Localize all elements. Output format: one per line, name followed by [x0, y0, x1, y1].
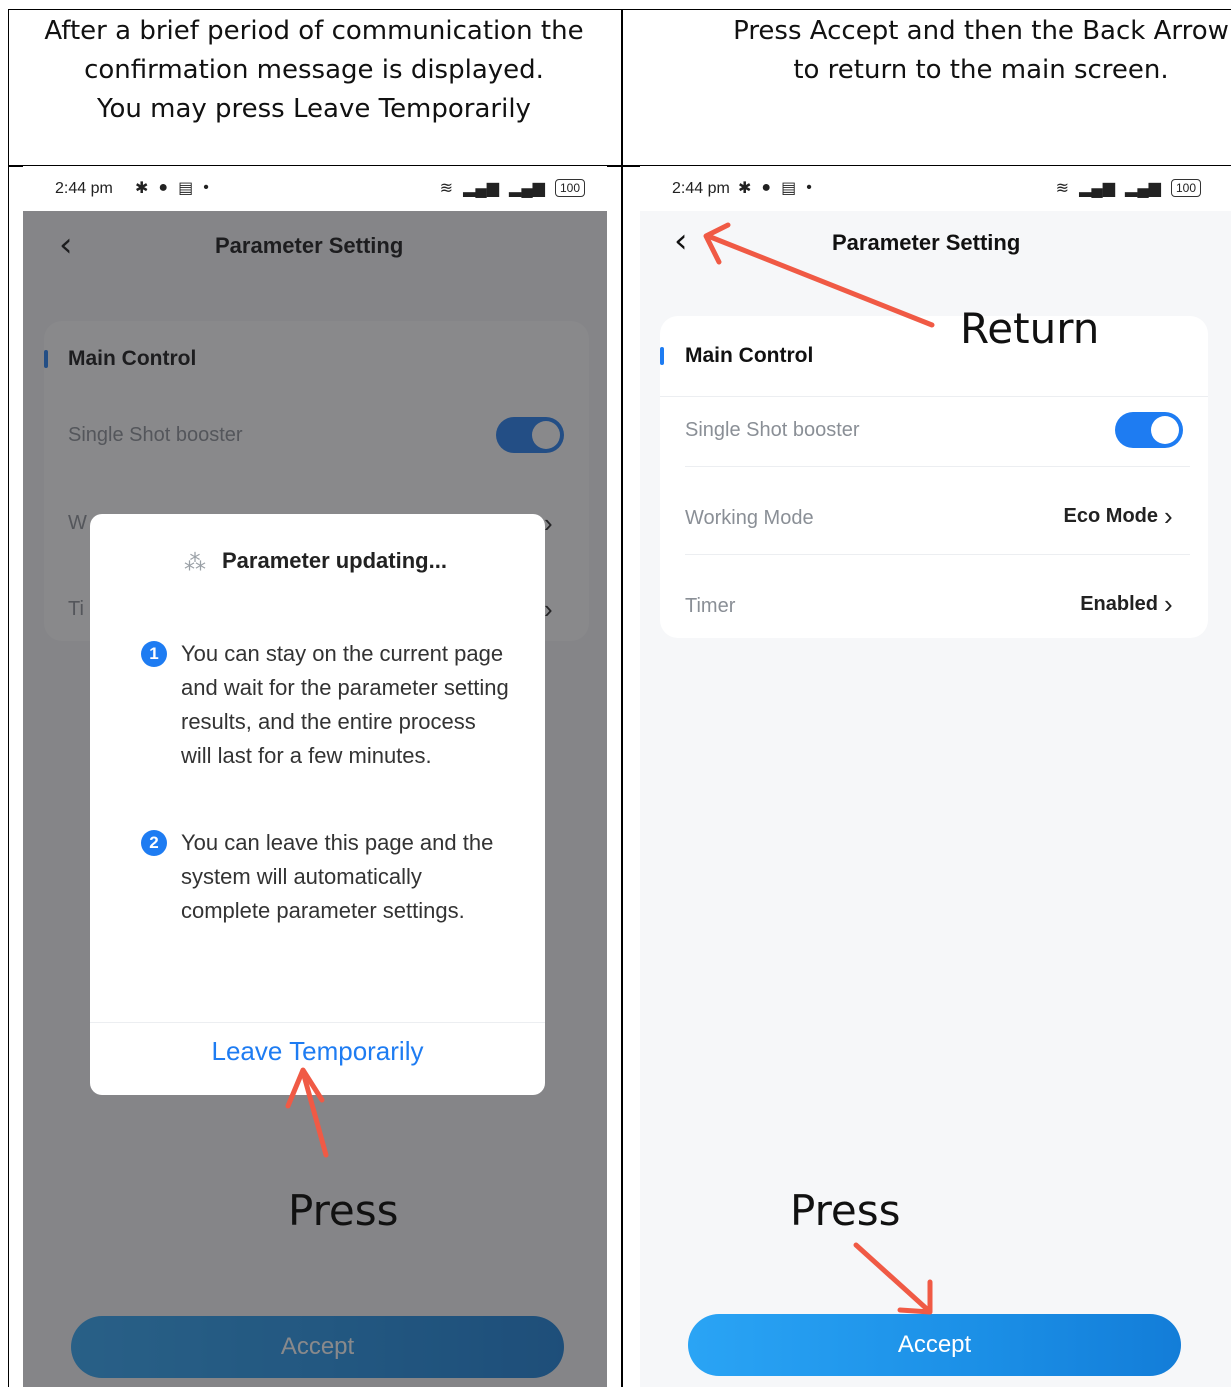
main-control-card: Main Control Single Shot booster Working… [660, 316, 1208, 638]
bluetooth-icon: ✱ [135, 180, 149, 197]
status-right-icons: ≋ ▂▄▆ ▂▄▆ 100 [440, 178, 585, 198]
annotation-press-left: Press [288, 1186, 399, 1235]
battery-icon: 100 [554, 179, 585, 197]
parameter-updating-dialog: ⁂ Parameter updating... 1 You can stay o… [90, 514, 545, 1095]
phone-screenshot-right: 2:44 pm ✱ ● ▤ • ≋ ▂▄▆ ▂▄▆ 100 ‹ Paramete… [640, 166, 1231, 1387]
timer-value[interactable]: Enabled [1040, 593, 1158, 616]
battery-icon: 100 [1170, 179, 1201, 197]
status-bar: 2:44 pm ✱ ● ▤ • ≋ ▂▄▆ ▂▄▆ 100 [23, 166, 607, 211]
row-label-timer[interactable]: Timer [685, 595, 735, 618]
instruction-line: After a brief period of communication th… [44, 16, 584, 46]
row-label-single-shot: Single Shot booster [685, 419, 860, 441]
instruction-line: You may press Leave Temporarily [97, 94, 531, 124]
back-arrow-icon[interactable]: ‹ [674, 224, 688, 258]
row-divider [660, 396, 1208, 397]
status-left-icons: ✱ ● ▤ • [135, 178, 209, 198]
status-time: 2:44 pm [672, 180, 730, 197]
bluetooth-icon: ✱ [738, 180, 752, 197]
status-left-icons: ✱ ● ▤ • [738, 178, 812, 198]
instruction-line: to return to the main screen. [793, 55, 1169, 85]
step-two-badge: 2 [141, 830, 167, 856]
notification-icon: ▤ [781, 180, 797, 197]
dialog-item-text: You can leave this page and the system w… [181, 830, 494, 923]
chat-icon: ● [158, 179, 169, 196]
step-one-badge: 1 [141, 641, 167, 667]
row-divider [685, 466, 1190, 467]
phone-screenshot-left: 2:44 pm ✱ ● ▤ • ≋ ▂▄▆ ▂▄▆ 100 ‹ Paramete… [23, 166, 607, 1387]
chevron-right-icon: › [1164, 501, 1173, 531]
status-bar: 2:44 pm ✱ ● ▤ • ≋ ▂▄▆ ▂▄▆ 100 [640, 166, 1231, 211]
chat-icon: ● [761, 179, 772, 196]
annotation-press-right: Press [790, 1186, 901, 1235]
instruction-line: Press Accept and then the Back Arrow [733, 16, 1229, 46]
accept-button[interactable]: Accept [688, 1314, 1181, 1376]
spinner-icon: ⁂ [184, 550, 206, 575]
annotation-return: Return [960, 304, 1100, 353]
row-label-working-mode[interactable]: Working Mode [685, 507, 814, 530]
signal-icon: ▂▄▆ [509, 180, 545, 197]
dialog-divider [90, 1022, 545, 1023]
section-accent-bar [660, 347, 664, 365]
section-title: Main Control [685, 344, 814, 367]
notification-icon: ▤ [178, 180, 194, 197]
chevron-right-icon: › [1164, 589, 1173, 619]
working-mode-value[interactable]: Eco Mode [1040, 505, 1158, 528]
dialog-item-text: You can stay on the current page and wai… [181, 641, 509, 768]
instruction-right: Press Accept and then the Back Arrow to … [626, 12, 1231, 90]
signal-icon: ▂▄▆ [1079, 180, 1116, 197]
wifi-icon: ≋ [439, 180, 454, 197]
dot-icon: • [203, 179, 209, 196]
status-time: 2:44 pm [55, 180, 113, 197]
table-column-divider [621, 9, 623, 1387]
status-right-icons: ≋ ▂▄▆ ▂▄▆ 100 [1056, 178, 1201, 198]
leave-temporarily-button[interactable]: Leave Temporarily [90, 1036, 545, 1067]
page-title: Parameter Setting [832, 230, 1021, 255]
row-divider [685, 554, 1190, 555]
wifi-icon: ≋ [1055, 180, 1070, 197]
single-shot-toggle[interactable] [1115, 412, 1183, 448]
instruction-line: confirmation message is displayed. [84, 55, 544, 85]
signal-icon: ▂▄▆ [1125, 180, 1161, 197]
dialog-title: Parameter updating... [222, 548, 447, 573]
dot-icon: • [806, 179, 812, 196]
toggle-knob [1151, 416, 1179, 444]
instruction-left: After a brief period of communication th… [10, 12, 618, 129]
signal-icon: ▂▄▆ [463, 180, 500, 197]
